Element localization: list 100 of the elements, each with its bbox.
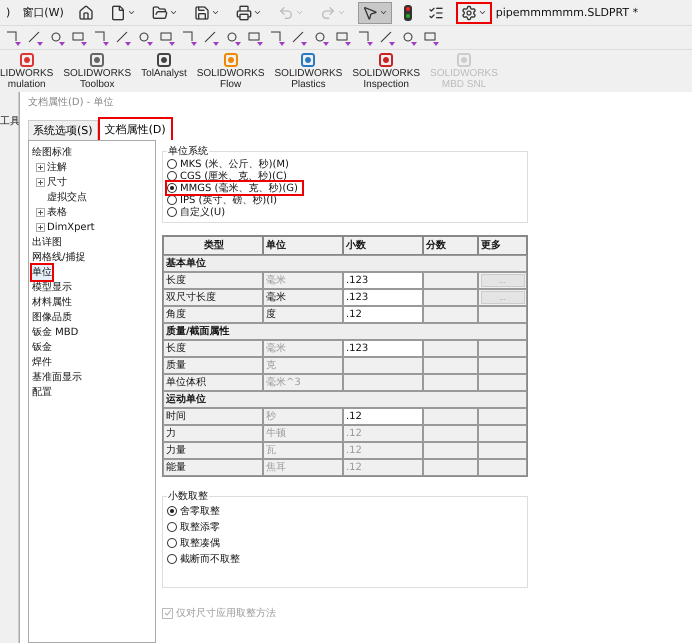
sketch-tool-icon[interactable] bbox=[378, 28, 396, 46]
sketch-tool-icon[interactable] bbox=[356, 28, 374, 46]
column-header: 类型 bbox=[163, 236, 263, 255]
undo-icon bbox=[278, 4, 294, 20]
radio-icon[interactable] bbox=[167, 506, 177, 516]
radio-option[interactable]: CGS (厘米、克、秒)(C) bbox=[167, 170, 291, 182]
document-title: pipemmmmmm.SLDPRT * bbox=[496, 6, 638, 19]
table-cell: 度 bbox=[263, 306, 343, 323]
table-cell: 长度 bbox=[163, 272, 263, 289]
add-in-command[interactable]: LIDWORKS mulation bbox=[0, 52, 54, 90]
table-cell: 毫米^3 bbox=[263, 374, 343, 391]
table-cell: 力 bbox=[163, 425, 263, 442]
checklist-icon bbox=[428, 4, 444, 20]
tree-item[interactable]: 虚拟交点 bbox=[47, 190, 87, 205]
expand-icon[interactable] bbox=[36, 223, 45, 232]
tree-item[interactable]: 图像品质 bbox=[32, 310, 72, 325]
column-header: 分数 bbox=[423, 236, 478, 255]
add-in-icon bbox=[378, 52, 394, 68]
settings-icon bbox=[460, 4, 477, 20]
sketch-tool-icon[interactable] bbox=[268, 28, 286, 46]
menu-item[interactable]: ) bbox=[0, 6, 16, 19]
add-in-command[interactable]: SOLIDWORKS Inspection bbox=[352, 52, 420, 90]
table-cell: 瓦 bbox=[263, 442, 343, 459]
table-cell: .12 bbox=[343, 425, 423, 442]
decimal-field[interactable]: .123 bbox=[343, 272, 423, 289]
sketch-tool-icon[interactable] bbox=[180, 28, 198, 46]
home-icon bbox=[78, 4, 94, 20]
table-cell bbox=[423, 408, 478, 425]
expand-icon[interactable] bbox=[36, 178, 45, 187]
tab[interactable]: 文档属性(D) bbox=[98, 117, 173, 140]
tree-item[interactable]: 注解 bbox=[47, 160, 67, 175]
select-button[interactable] bbox=[358, 2, 392, 24]
group-title: 小数取整 bbox=[167, 490, 209, 503]
sketch-tool-icon[interactable] bbox=[202, 28, 220, 46]
tree-item[interactable]: 出详图 bbox=[32, 235, 62, 250]
save-icon bbox=[194, 4, 210, 20]
tree-item[interactable]: 绘图标准 bbox=[32, 145, 72, 160]
add-in-icon bbox=[156, 52, 172, 68]
radio-option[interactable]: 截断而不取整 bbox=[167, 551, 244, 567]
add-in-command[interactable]: SOLIDWORKS Plastics bbox=[274, 52, 342, 90]
radio-option[interactable]: 取整添零 bbox=[167, 519, 224, 535]
printer-icon bbox=[236, 4, 252, 20]
sketch-tool-icon[interactable] bbox=[92, 28, 110, 46]
redo-icon bbox=[320, 4, 336, 20]
radio-icon[interactable] bbox=[167, 183, 177, 193]
radio-icon[interactable] bbox=[167, 207, 177, 217]
decimal-field[interactable]: .12 bbox=[343, 306, 423, 323]
settings-button[interactable] bbox=[456, 2, 492, 24]
tree-item[interactable]: 钣金 bbox=[32, 340, 52, 355]
dialog-title: 文档属性(D) - 单位 bbox=[28, 96, 114, 109]
pointer-icon bbox=[362, 4, 378, 20]
sketch-tool-icon[interactable] bbox=[26, 28, 44, 46]
table-cell: 力量 bbox=[163, 442, 263, 459]
column-header: 小数 bbox=[343, 236, 423, 255]
menu-item[interactable]: 窗口(W) bbox=[16, 5, 70, 20]
add-in-command[interactable]: TolAnalyst bbox=[141, 52, 187, 79]
table-cell: 牛顿 bbox=[263, 425, 343, 442]
radio-option[interactable]: 舍零取整 bbox=[167, 503, 224, 519]
tree-item[interactable]: 钣金 MBD bbox=[32, 325, 78, 340]
radio-option[interactable]: MKS (米、公斤、秒)(M) bbox=[167, 158, 293, 170]
tab[interactable]: 系统选项(S) bbox=[28, 120, 98, 140]
decimal-field[interactable]: .12 bbox=[343, 408, 423, 425]
table-cell: 时间 bbox=[163, 408, 263, 425]
tree-item[interactable]: 模型显示 bbox=[32, 280, 72, 295]
table-cell: 毫米 bbox=[263, 289, 343, 306]
sketch-tool-icon[interactable] bbox=[114, 28, 132, 46]
add-in-command[interactable]: SOLIDWORKS Toolbox bbox=[63, 52, 132, 90]
radio-icon[interactable] bbox=[167, 554, 177, 564]
tree-item[interactable]: 焊件 bbox=[32, 355, 52, 370]
table-cell bbox=[423, 442, 478, 459]
folder-icon bbox=[152, 4, 168, 20]
tree-item[interactable]: 配置 bbox=[32, 385, 52, 400]
decimal-field[interactable]: .123 bbox=[343, 289, 423, 306]
tree-item[interactable]: 网格线/捕捉 bbox=[32, 250, 86, 265]
tree-item[interactable]: 基准面显示 bbox=[32, 370, 82, 385]
radio-option[interactable]: 取整凑偶 bbox=[167, 535, 224, 551]
expand-icon[interactable] bbox=[36, 163, 45, 172]
expand-icon[interactable] bbox=[36, 208, 45, 217]
tree-item[interactable]: DimXpert bbox=[47, 220, 95, 235]
radio-icon[interactable] bbox=[167, 171, 177, 181]
radio-option[interactable]: MMGS (毫米、克、秒)(G) bbox=[167, 182, 302, 194]
table-cell bbox=[423, 374, 478, 391]
tree-item[interactable]: 材料属性 bbox=[32, 295, 72, 310]
radio-icon[interactable] bbox=[167, 195, 177, 205]
radio-option[interactable]: 自定义(U) bbox=[167, 206, 230, 218]
decimal-field[interactable]: .123 bbox=[343, 340, 423, 357]
add-in-icon bbox=[89, 52, 106, 68]
tree-item[interactable]: 表格 bbox=[47, 205, 67, 220]
sketch-tool-icon[interactable] bbox=[4, 28, 22, 46]
table-cell: .12 bbox=[343, 459, 423, 476]
section-header: 质量/截面属性 bbox=[163, 323, 527, 340]
tree-item[interactable]: 单位 bbox=[32, 265, 52, 280]
radio-icon[interactable] bbox=[167, 538, 177, 548]
add-in-icon bbox=[456, 52, 472, 68]
add-in-command[interactable]: SOLIDWORKS Flow bbox=[196, 52, 265, 90]
tree-item[interactable]: 尺寸 bbox=[47, 175, 67, 190]
sketch-tool-icon[interactable] bbox=[290, 28, 308, 46]
radio-icon[interactable] bbox=[167, 522, 177, 532]
radio-icon[interactable] bbox=[167, 159, 177, 169]
table-cell bbox=[423, 357, 478, 374]
